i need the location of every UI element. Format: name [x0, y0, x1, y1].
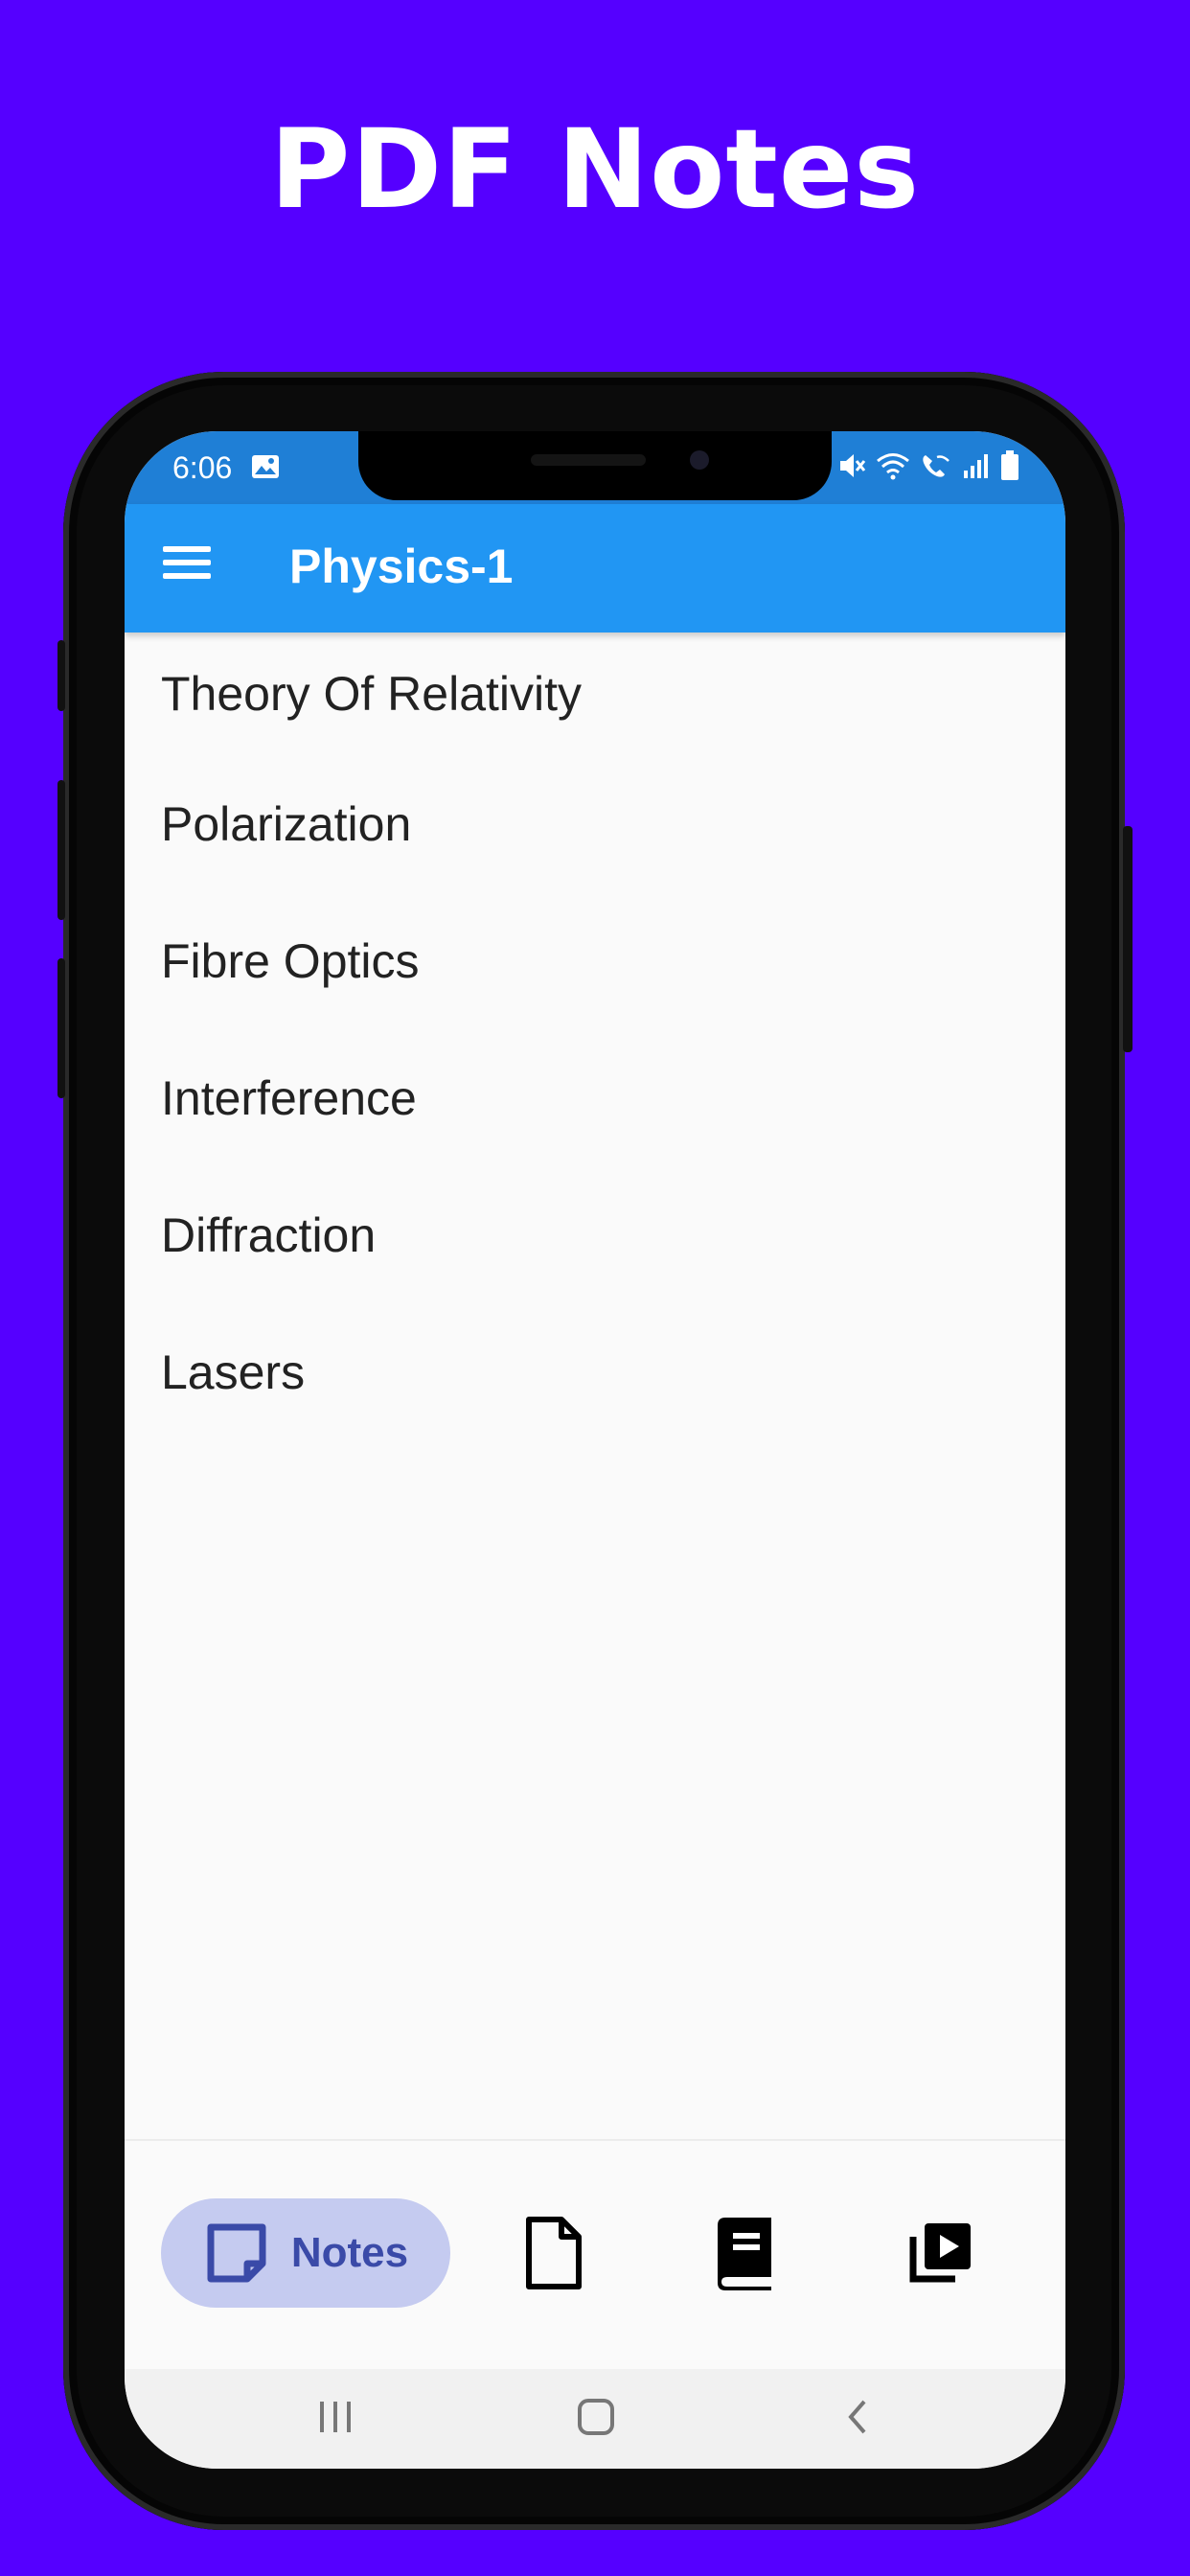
system-navigation-bar — [125, 2369, 1065, 2469]
phone-screen: 6:06 Physics-1 Theory Of Relativity Pola… — [125, 431, 1065, 2469]
phone-volume-up-button — [57, 780, 65, 920]
list-item[interactable]: Diffraction — [125, 1166, 1065, 1303]
list-item[interactable]: Theory Of Relativity — [125, 632, 1065, 755]
front-camera — [690, 450, 709, 470]
nav-notes-tab[interactable]: Notes — [161, 2198, 450, 2308]
image-notification-icon — [252, 455, 279, 478]
wifi-icon — [877, 453, 909, 480]
list-item[interactable]: Fibre Optics — [125, 892, 1065, 1029]
nav-books-tab[interactable] — [698, 2198, 790, 2308]
video-library-icon — [909, 2223, 971, 2283]
menu-icon[interactable] — [163, 546, 211, 590]
promo-headline: PDF Notes — [269, 105, 921, 233]
nav-notes-label: Notes — [290, 2229, 409, 2276]
phone-notch — [358, 431, 832, 500]
phone-power-button — [1123, 826, 1133, 1052]
book-icon — [718, 2218, 771, 2290]
status-time: 6:06 — [172, 450, 233, 485]
nav-documents-tab[interactable] — [508, 2198, 600, 2308]
home-icon[interactable] — [577, 2398, 615, 2436]
signal-icon — [964, 454, 988, 478]
page-title: Physics-1 — [289, 540, 514, 593]
bottom-navigation: Notes — [125, 2139, 1065, 2371]
wifi-calling-icon — [923, 455, 950, 477]
list-item[interactable]: Lasers — [125, 1303, 1065, 1440]
earpiece-speaker — [531, 454, 646, 466]
document-icon — [526, 2217, 582, 2289]
back-icon[interactable] — [843, 2398, 872, 2436]
list-item[interactable]: Interference — [125, 1029, 1065, 1166]
battery-icon — [1001, 450, 1018, 480]
mute-icon — [840, 454, 866, 477]
topic-list: Theory Of Relativity Polarization Fibre … — [125, 632, 1065, 1440]
phone-volume-down-button — [57, 958, 65, 1098]
phone-side-button — [57, 640, 65, 711]
recent-apps-icon[interactable] — [314, 2398, 356, 2436]
status-icons — [837, 450, 1019, 481]
sticky-note-icon — [207, 2223, 266, 2283]
app-bar: Physics-1 — [125, 504, 1065, 632]
list-item[interactable]: Polarization — [125, 755, 1065, 892]
nav-videos-tab[interactable] — [895, 2198, 987, 2308]
